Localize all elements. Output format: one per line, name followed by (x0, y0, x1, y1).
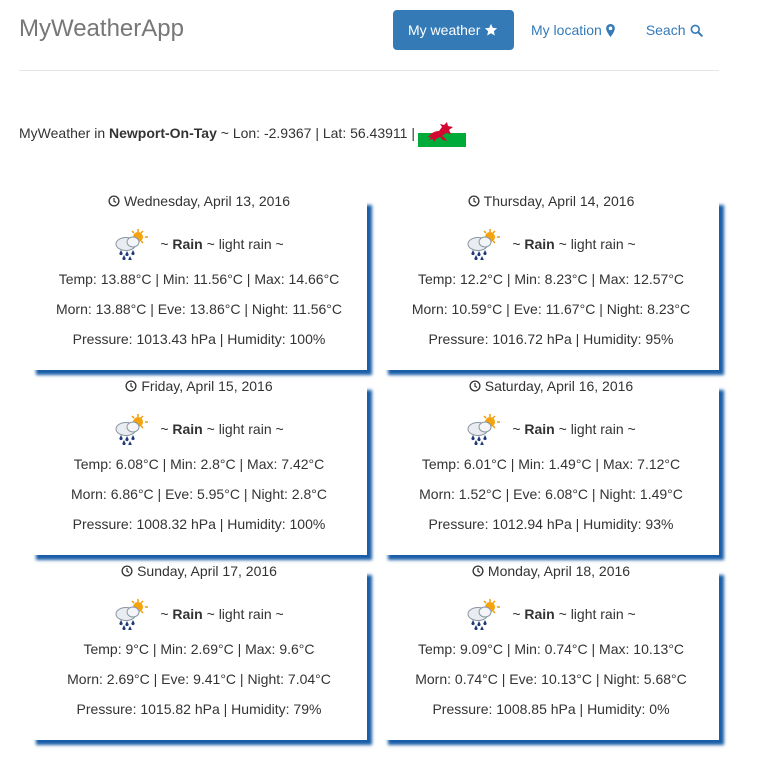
forecast-date: Saturday, April 16, 2016 (383, 377, 719, 395)
forecast-condition: ~ Rain ~ light rain ~ (383, 228, 719, 260)
forecast-main: ~ Rain (160, 606, 203, 622)
rain-sun-icon (115, 414, 149, 445)
forecast-temp: Temp: 6.01°C | Min: 1.49°C | Max: 7.12°C (421, 456, 681, 472)
forecast-date-text: Thursday, April 14, 2016 (483, 193, 635, 209)
forecast-main-label: Rain (172, 606, 203, 622)
forecast-date: Wednesday, April 13, 2016 (31, 192, 367, 210)
header-divider (19, 70, 719, 71)
location-line: MyWeather in Newport-On-Tay ~ Lon: -2.93… (19, 119, 466, 147)
location-coords: ~ Lon: -2.9367 | Lat: 56.43911 | (220, 125, 415, 141)
forecast-date-text: Friday, April 15, 2016 (141, 378, 273, 394)
forecast-condition: ~ Rain ~ light rain ~ (31, 413, 367, 445)
nav-my-location-label: My location (531, 22, 602, 38)
forecast-card: Monday, April 18, 2016 ~ Rain ~ light rai… (383, 563, 719, 740)
forecast-pressure-humidity: Pressure: 1016.72 hPa | Humidity: 95% (428, 331, 674, 347)
forecast-condition: ~ Rain ~ light rain ~ (31, 598, 367, 630)
clock-icon (121, 565, 133, 577)
nav-my-location[interactable]: My location (531, 10, 615, 50)
forecast-main-label: Rain (172, 421, 203, 437)
rain-sun-icon (467, 599, 501, 630)
rain-sun-icon (115, 229, 149, 260)
forecast-temp: Temp: 6.08°C | Min: 2.8°C | Max: 7.42°C (73, 456, 325, 472)
forecast-temp: Temp: 12.2°C | Min: 8.23°C | Max: 12.57°… (417, 271, 685, 287)
forecast-day-parts: Morn: 1.52°C | Eve: 6.08°C | Night: 1.49… (419, 486, 683, 502)
forecast-pressure-humidity: Pressure: 1008.32 hPa | Humidity: 100% (72, 516, 326, 532)
forecast-condition: ~ Rain ~ light rain ~ (383, 598, 719, 630)
forecast-description: ~ light rain ~ (558, 236, 636, 252)
forecast-card: Wednesday, April 13, 2016 ~ Rain ~ light … (31, 193, 367, 370)
rain-sun-icon (467, 414, 501, 445)
forecast-pressure-humidity: Pressure: 1008.85 hPa | Humidity: 0% (432, 701, 670, 717)
clock-icon (125, 380, 137, 392)
forecast-temp: Temp: 9°C | Min: 2.69°C | Max: 9.6°C (83, 641, 315, 657)
forecast-description: ~ light rain ~ (206, 236, 284, 252)
forecast-main: ~ Rain (512, 421, 555, 437)
nav-search[interactable]: Seach (646, 10, 703, 50)
forecast-date: Friday, April 15, 2016 (31, 377, 367, 395)
forecast-date-text: Monday, April 18, 2016 (487, 563, 631, 579)
forecast-main-label: Rain (172, 236, 203, 252)
clock-icon (108, 195, 120, 207)
map-marker-icon (605, 23, 615, 37)
forecast-main-label: Rain (524, 421, 555, 437)
forecast-card: Saturday, April 16, 2016 ~ Rain ~ light r… (383, 378, 719, 555)
forecast-description: ~ light rain ~ (558, 421, 636, 437)
forecast-main: ~ Rain (160, 421, 203, 437)
nav-my-weather[interactable]: My weather (393, 10, 514, 50)
forecast-date: Thursday, April 14, 2016 (383, 192, 719, 210)
forecast-main-label: Rain (524, 236, 555, 252)
forecast-day-parts: Morn: 0.74°C | Eve: 10.13°C | Night: 5.6… (415, 671, 687, 687)
forecast-date-text: Saturday, April 16, 2016 (484, 378, 634, 394)
flag-wales-icon (417, 119, 466, 147)
location-city: Newport-On-Tay (109, 125, 217, 141)
clock-icon (472, 565, 484, 577)
clock-icon (468, 195, 480, 207)
forecast-date: Monday, April 18, 2016 (383, 562, 719, 580)
forecast-pressure-humidity: Pressure: 1012.94 hPa | Humidity: 93% (428, 516, 674, 532)
forecast-condition: ~ Rain ~ light rain ~ (31, 228, 367, 260)
forecast-day-parts: Morn: 2.69°C | Eve: 9.41°C | Night: 7.04… (67, 671, 331, 687)
forecast-condition: ~ Rain ~ light rain ~ (383, 413, 719, 445)
forecast-card: Sunday, April 17, 2016 ~ Rain ~ light rai… (31, 563, 367, 740)
search-icon (690, 24, 703, 37)
nav-my-weather-label: My weather (408, 22, 481, 38)
star-icon (485, 23, 498, 36)
forecast-day-parts: Morn: 6.86°C | Eve: 5.95°C | Night: 2.8°… (71, 486, 327, 502)
forecast-day-parts: Morn: 13.88°C | Eve: 13.86°C | Night: 11… (55, 301, 343, 317)
rain-sun-icon (115, 599, 149, 630)
forecast-temp: Temp: 9.09°C | Min: 0.74°C | Max: 10.13°… (417, 641, 685, 657)
forecast-date-text: Sunday, April 17, 2016 (137, 563, 277, 579)
forecast-main-label: Rain (524, 606, 555, 622)
nav-search-label: Seach (645, 22, 686, 38)
forecast-temp: Temp: 13.88°C | Min: 11.56°C | Max: 14.6… (58, 271, 340, 287)
forecast-date-text: Wednesday, April 13, 2016 (123, 193, 291, 209)
forecast-day-parts: Morn: 10.59°C | Eve: 11.67°C | Night: 8.… (411, 301, 691, 317)
forecast-description: ~ light rain ~ (206, 421, 284, 437)
forecast-main: ~ Rain (512, 606, 555, 622)
rain-sun-icon (467, 229, 501, 260)
forecast-description: ~ light rain ~ (206, 606, 284, 622)
forecast-description: ~ light rain ~ (558, 606, 636, 622)
forecast-pressure-humidity: Pressure: 1015.82 hPa | Humidity: 79% (76, 701, 322, 717)
location-prefix: MyWeather in (19, 125, 106, 141)
forecast-date: Sunday, April 17, 2016 (31, 562, 367, 580)
forecast-main: ~ Rain (160, 236, 203, 252)
forecast-main: ~ Rain (512, 236, 555, 252)
forecast-card: Friday, April 15, 2016 ~ Rain ~ light rai… (31, 378, 367, 555)
app-title[interactable]: MyWeatherApp (19, 14, 184, 44)
clock-icon (469, 380, 481, 392)
forecast-card: Thursday, April 14, 2016 ~ Rain ~ light r… (383, 193, 719, 370)
main-nav: My weather My location Seach (393, 10, 703, 50)
forecast-pressure-humidity: Pressure: 1013.43 hPa | Humidity: 100% (72, 331, 326, 347)
